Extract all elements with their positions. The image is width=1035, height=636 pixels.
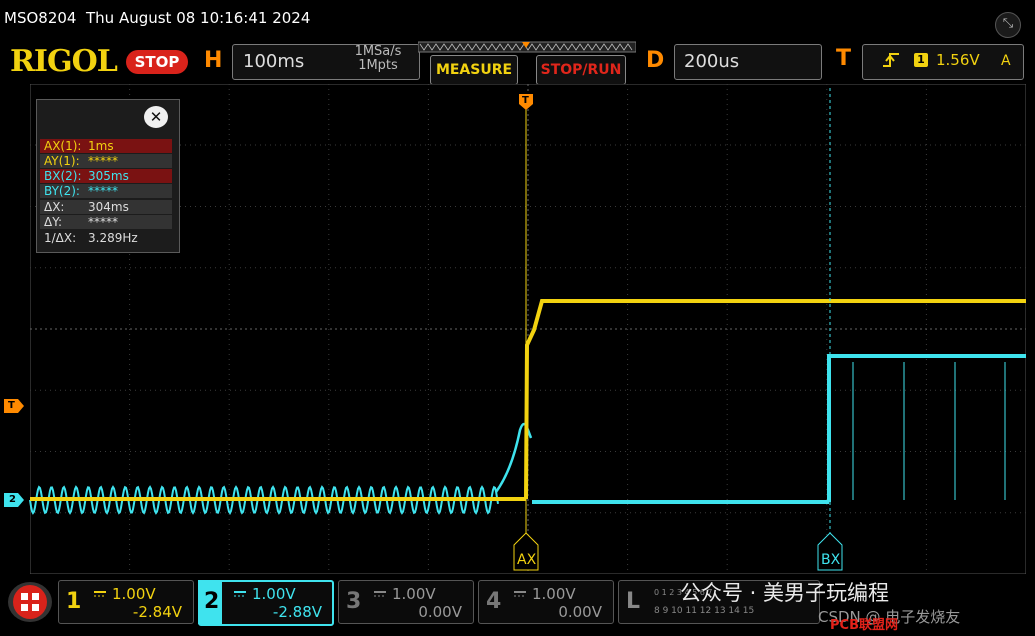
channel-4-scale: 1.00V (532, 585, 576, 603)
fullscreen-icon[interactable]: ⤡ (995, 12, 1021, 38)
memory-position-bar[interactable] (418, 41, 636, 53)
datetime: Thu August 08 10:16:41 2024 (86, 9, 311, 27)
brand-logo: RIGOL (10, 44, 118, 79)
trigger-position-label: T (522, 95, 529, 106)
trigger-source-badge: 1 (914, 53, 928, 67)
timebase-value: 100ms (243, 51, 305, 72)
logic-bits-high: 8 9 10 11 12 13 14 15 (654, 606, 755, 616)
delay-letter: D (646, 48, 665, 73)
cursor-row: BY(2): ***** (40, 184, 172, 198)
channel-1-scale: 1.00V (112, 585, 156, 603)
delay-value: 200us (684, 51, 740, 72)
cursor-row: AX(1): 1ms (40, 139, 172, 153)
channel-2-offset: -2.88V (272, 603, 322, 621)
menu-grid-icon (13, 585, 47, 619)
close-icon[interactable]: ✕ (144, 106, 168, 128)
dc-coupling-icon (514, 591, 526, 597)
memory-depth: 1Mpts (358, 58, 398, 73)
cursor-row: ΔX: 304ms (40, 200, 172, 214)
dc-coupling-icon (234, 591, 246, 597)
ch2-ground-label: 2 (9, 494, 16, 505)
channel-4-offset: 0.00V (558, 603, 602, 621)
status-line: MSO8204 Thu August 08 10:16:41 2024 (4, 9, 310, 27)
cursor-row: AY(1): ***** (40, 154, 172, 168)
channel-3-offset: 0.00V (418, 603, 462, 621)
trigger-level: 1.56V (936, 51, 980, 69)
trigger-level-label: T (8, 400, 15, 411)
cursor-a-label: AX (517, 552, 537, 568)
channel-4-number: 4 (486, 589, 502, 614)
watermark-text: 公众号 · 美男子玩编程 (680, 581, 890, 605)
channel-3-number: 3 (346, 589, 362, 614)
channel-2-number: 2 (204, 589, 220, 614)
channel-1-offset: -2.84V (132, 603, 182, 621)
logic-letter: L (626, 589, 641, 614)
trigger-mode: A (1001, 53, 1011, 69)
cursor-b-label: BX (821, 552, 841, 568)
menu-button[interactable] (8, 582, 52, 622)
dc-coupling-icon (94, 591, 106, 597)
acquisition-info: 1MSa/s 1Mpts (343, 45, 413, 73)
sample-rate: 1MSa/s (354, 44, 402, 59)
dc-coupling-icon (374, 591, 386, 597)
channel-1-number: 1 (66, 589, 82, 614)
rising-edge-icon (883, 53, 899, 67)
run-state-badge[interactable]: STOP (126, 50, 188, 74)
cursor-row: 1/ΔX: 3.289Hz (40, 231, 172, 245)
measure-button[interactable]: MEASURE (430, 55, 518, 85)
trigger-letter: T (836, 46, 852, 71)
channel-3-scale: 1.00V (392, 585, 436, 603)
channel-2-scale: 1.00V (252, 585, 296, 603)
model-name: MSO8204 (4, 9, 77, 27)
cursor-row: ΔY: ***** (40, 215, 172, 229)
cursor-row: BX(2): 305ms (40, 169, 172, 183)
horizontal-letter: H (204, 48, 223, 73)
stop-run-button[interactable]: STOP/RUN (536, 55, 626, 85)
watermark-site: PCB联盟网 (830, 618, 898, 633)
